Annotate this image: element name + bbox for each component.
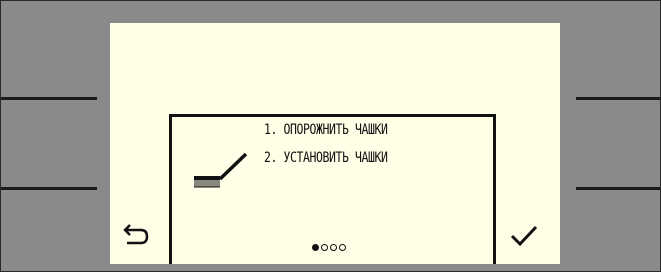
confirm-button[interactable] [508,221,542,249]
display-screen: 1. ОПОРОЖНИТЬ ЧАШКИ 2. УСТАНОВИТЬ ЧАШКИ [110,23,560,264]
page-dot-4 [339,244,346,251]
checkmark-icon [510,225,538,247]
back-arrow-icon [123,224,149,245]
right-lower-key-divider [576,187,660,190]
page-indicator [312,244,346,251]
left-lower-key-divider [1,187,97,190]
page-dot-2 [321,244,328,251]
brush-icon [194,152,248,188]
page-dot-3 [330,244,337,251]
page-dot-1 [312,244,319,251]
device-bezel: 1. ОПОРОЖНИТЬ ЧАШКИ 2. УСТАНОВИТЬ ЧАШКИ [0,0,661,272]
left-upper-key-divider [1,97,97,100]
brush-illustration [190,149,250,193]
instruction-step-1: 1. ОПОРОЖНИТЬ ЧАШКИ [264,122,388,138]
back-button[interactable] [122,219,152,251]
instruction-step-2: 2. УСТАНОВИТЬ ЧАШКИ [264,150,388,166]
instruction-dialog: 1. ОПОРОЖНИТЬ ЧАШКИ 2. УСТАНОВИТЬ ЧАШКИ [169,114,496,264]
right-upper-key-divider [576,97,660,100]
